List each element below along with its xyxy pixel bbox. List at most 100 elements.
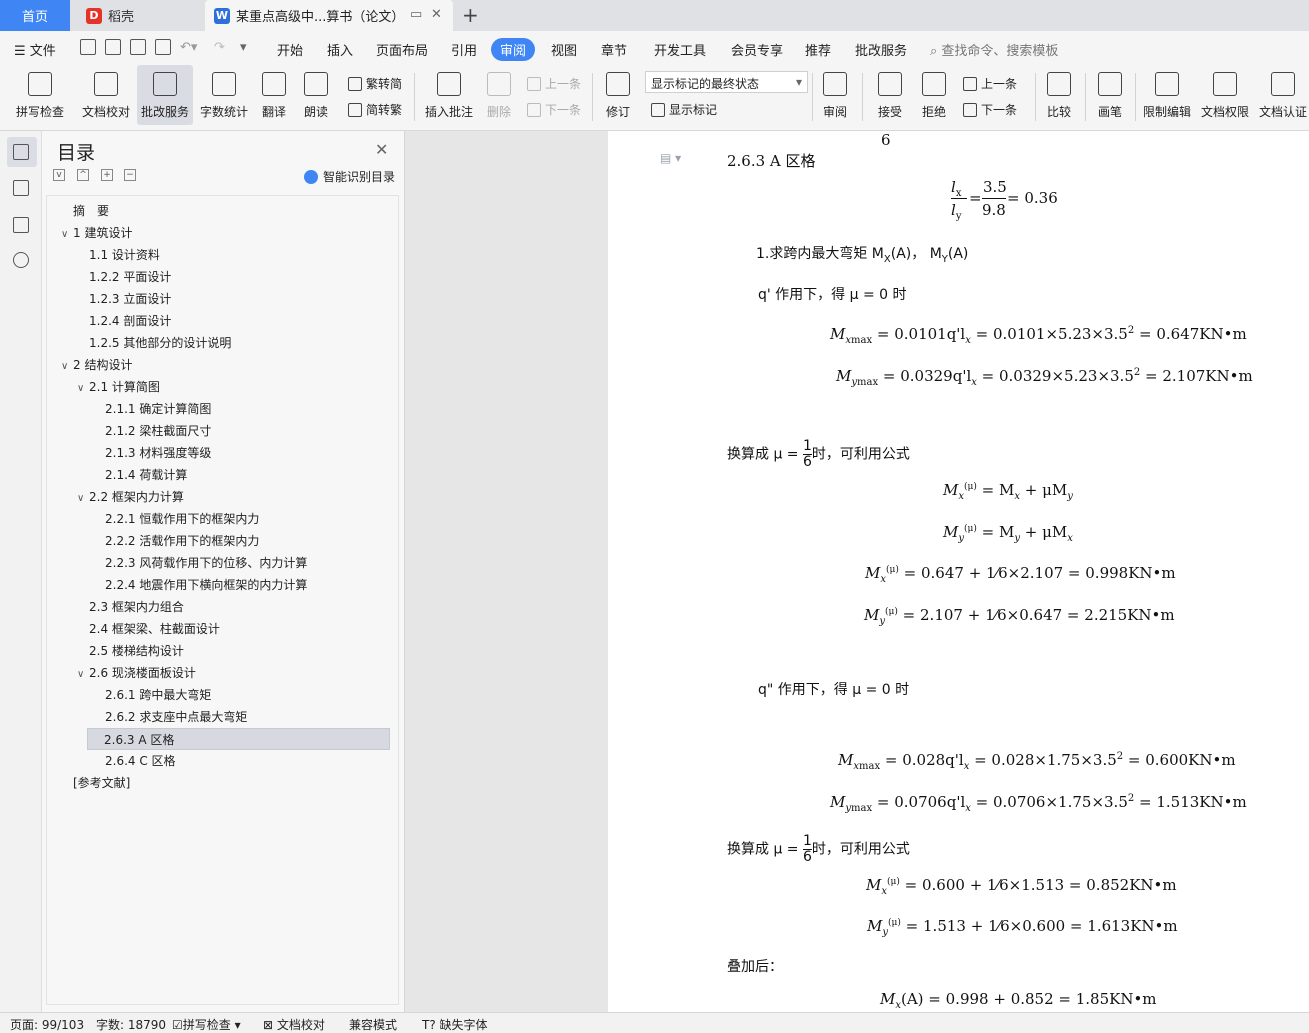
- toc-item[interactable]: 2.1.1 确定计算简图: [93, 398, 211, 420]
- next-change-button[interactable]: 下一条: [963, 101, 1017, 118]
- toc-item[interactable]: 2.4 框架梁、柱截面设计: [77, 618, 220, 640]
- menu-developer[interactable]: 开发工具: [654, 40, 706, 59]
- menu-page-layout[interactable]: 页面布局: [376, 40, 428, 59]
- menu-correct-service[interactable]: 批改服务: [855, 40, 907, 59]
- toc-item[interactable]: 2.2.4 地震作用下横向框架的内力计算: [93, 574, 307, 596]
- correct-service-button[interactable]: 批改服务: [137, 65, 193, 125]
- float-window-icon[interactable]: ▭: [410, 7, 422, 22]
- document-page[interactable]: 6 ▤ ▾ 2.6.3 A 区格 lx ly = 3.5 9.8 = 0.36 …: [608, 131, 1309, 1012]
- track-changes-button[interactable]: 修订: [598, 65, 638, 125]
- word-count-indicator[interactable]: 字数: 18790: [96, 1016, 166, 1033]
- close-tab-icon[interactable]: ✕: [431, 7, 442, 22]
- pen-button[interactable]: 画笔: [1092, 65, 1128, 125]
- accept-button[interactable]: 接受: [870, 65, 910, 125]
- menu-insert[interactable]: 插入: [327, 40, 353, 59]
- menu-start[interactable]: 开始: [277, 40, 303, 59]
- show-markup-button[interactable]: 显示标记: [651, 101, 717, 118]
- spell-check-button[interactable]: 拼写检查: [8, 65, 72, 125]
- toc-item[interactable]: 2.6.2 求支座中点最大弯矩: [93, 706, 247, 728]
- chevron-down-icon[interactable]: ∨: [77, 488, 89, 510]
- toc-item[interactable]: 2.1.4 荷载计算: [93, 464, 187, 486]
- toc-item[interactable]: 2.1.2 梁柱截面尺寸: [93, 420, 211, 442]
- remove-level-icon[interactable]: −: [124, 169, 136, 181]
- chevron-down-icon[interactable]: ∨: [77, 378, 89, 400]
- add-level-icon[interactable]: +: [101, 169, 113, 181]
- compare-button[interactable]: 比较: [1040, 65, 1078, 125]
- word-count-button[interactable]: 字数统计: [196, 65, 252, 125]
- toc-item[interactable]: 1.2.5 其他部分的设计说明: [77, 332, 231, 354]
- toc-item[interactable]: ∨ 2.6 现浇楼面板设计: [77, 662, 196, 684]
- toc-panel-icon[interactable]: [13, 144, 29, 160]
- next-comment-button[interactable]: 下一条: [527, 101, 581, 118]
- close-icon[interactable]: ✕: [375, 140, 388, 159]
- redo-icon[interactable]: ↷: [214, 40, 225, 55]
- toc-item[interactable]: 2.5 楼梯结构设计: [77, 640, 184, 662]
- restrict-edit-button[interactable]: 限制编辑: [1140, 65, 1194, 125]
- print-preview-icon[interactable]: [155, 39, 171, 55]
- markup-state-select[interactable]: 显示标记的最终状态 ▾: [645, 71, 808, 93]
- prev-comment-button[interactable]: 上一条: [527, 75, 581, 92]
- delete-comment-button[interactable]: 删除: [480, 65, 518, 125]
- toc-item[interactable]: ∨ 2.2 框架内力计算: [77, 486, 184, 508]
- menu-recommend[interactable]: 推荐: [805, 40, 831, 59]
- toc-item[interactable]: 2.6.1 跨中最大弯矩: [93, 684, 211, 706]
- menu-review[interactable]: 审阅: [491, 38, 536, 61]
- chapter-nav-icon[interactable]: [13, 180, 29, 196]
- doc-proof-button[interactable]: 文档校对: [78, 65, 134, 125]
- translate-button[interactable]: 翻译: [254, 65, 294, 125]
- status-doc-proof[interactable]: ⊠ 文档校对: [263, 1016, 325, 1033]
- collapse-all-icon[interactable]: v: [53, 169, 65, 181]
- to-traditional-button[interactable]: 繁转简: [348, 75, 402, 92]
- chevron-down-icon[interactable]: ∨: [61, 224, 73, 246]
- quick-access-dropdown-icon[interactable]: ▾: [240, 40, 247, 55]
- new-tab-icon[interactable]: +: [462, 3, 479, 27]
- reject-button[interactable]: 拒绝: [914, 65, 954, 125]
- file-menu[interactable]: ☰ 文件: [14, 40, 56, 59]
- toc-item[interactable]: 2.6.3 A 区格: [87, 728, 390, 750]
- toc-item[interactable]: 2.6.4 C 区格: [93, 750, 176, 772]
- doc-permission-button[interactable]: 文档权限: [1198, 65, 1252, 125]
- expand-up-icon[interactable]: ^: [77, 169, 89, 181]
- toc-item[interactable]: 2.3 框架内力组合: [77, 596, 184, 618]
- page-indicator[interactable]: 页面: 99/103: [10, 1016, 84, 1033]
- toc-item[interactable]: 1.2.4 剖面设计: [77, 310, 171, 332]
- read-aloud-button[interactable]: 朗读: [298, 65, 334, 125]
- menu-membership[interactable]: 会员专享: [731, 40, 783, 59]
- toc-item[interactable]: 1.2.2 平面设计: [77, 266, 171, 288]
- print-icon[interactable]: [130, 39, 146, 55]
- menu-references[interactable]: 引用: [451, 40, 477, 59]
- toc-item[interactable]: ∨ 2 结构设计: [61, 354, 132, 376]
- chevron-down-icon[interactable]: ∨: [77, 664, 89, 686]
- insert-comment-button[interactable]: 插入批注: [421, 65, 477, 125]
- save-icon[interactable]: [80, 39, 96, 55]
- toc-item[interactable]: 摘 要: [61, 200, 109, 222]
- search-icon[interactable]: [13, 252, 29, 268]
- review-pane-button[interactable]: 审阅: [816, 65, 854, 125]
- smart-toc-button[interactable]: 智能识别目录: [304, 168, 395, 185]
- toc-item[interactable]: 2.2.2 活载作用下的框架内力: [93, 530, 259, 552]
- command-search[interactable]: ⌕ 查找命令、搜索模板: [930, 40, 1058, 59]
- toc-item[interactable]: 2.1.3 材料强度等级: [93, 442, 211, 464]
- tab-document[interactable]: W 某重点高级中...算书（论文） ▭ ✕: [205, 0, 453, 31]
- export-pdf-icon[interactable]: [105, 39, 121, 55]
- missing-font-button[interactable]: T? 缺失字体: [422, 1016, 488, 1033]
- chevron-down-icon[interactable]: ∨: [61, 356, 73, 378]
- paragraph-icon[interactable]: ▤ ▾: [660, 151, 681, 165]
- undo-icon[interactable]: ↶▾: [180, 40, 197, 55]
- prev-change-button[interactable]: 上一条: [963, 75, 1017, 92]
- toc-item[interactable]: 1.1 设计资料: [77, 244, 160, 266]
- toc-item[interactable]: 2.2.3 风荷载作用下的位移、内力计算: [93, 552, 307, 574]
- bookmark-icon[interactable]: [13, 217, 29, 233]
- tab-home[interactable]: 首页: [0, 0, 70, 31]
- status-spell-check[interactable]: ☑拼写检查 ▾: [172, 1016, 241, 1033]
- toc-item[interactable]: 2.2.1 恒载作用下的框架内力: [93, 508, 259, 530]
- to-simplified-button[interactable]: 简转繁: [348, 101, 402, 118]
- toc-item[interactable]: 1.2.3 立面设计: [77, 288, 171, 310]
- toc-item[interactable]: ∨ 1 建筑设计: [61, 222, 132, 244]
- toc-item[interactable]: ∨ 2.1 计算简图: [77, 376, 160, 398]
- menu-view[interactable]: 视图: [551, 40, 577, 59]
- doc-certify-button[interactable]: 文档认证: [1257, 65, 1309, 125]
- toc-item[interactable]: [参考文献]: [61, 772, 130, 794]
- menu-chapter[interactable]: 章节: [601, 40, 627, 59]
- tab-daoke[interactable]: D 稻壳: [76, 0, 200, 31]
